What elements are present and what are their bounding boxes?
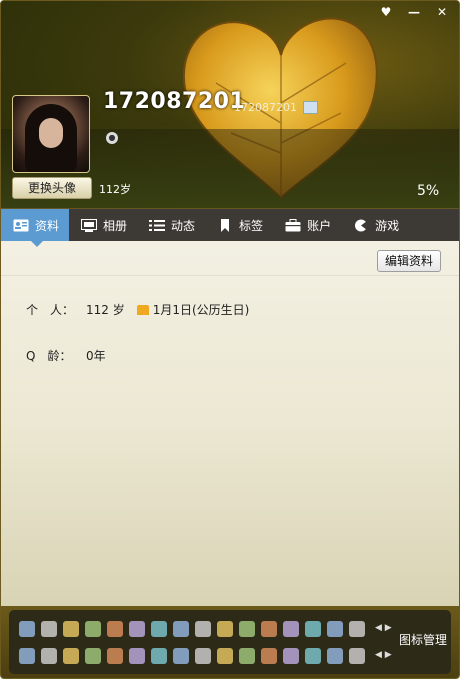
gem-icon[interactable]: [173, 621, 189, 637]
diamond-icon[interactable]: [41, 621, 57, 637]
gem-icon[interactable]: [151, 621, 167, 637]
tab-games[interactable]: 游戏: [341, 209, 409, 241]
camera-icon[interactable]: [261, 648, 277, 664]
icon-row-1: [19, 621, 365, 637]
tab-label: 账户: [307, 218, 332, 233]
avatar[interactable]: [12, 95, 90, 173]
qage-label: Q 龄：: [26, 349, 72, 363]
divider: [1, 275, 459, 276]
music-icon[interactable]: [63, 648, 79, 664]
monitor-icon[interactable]: [85, 621, 101, 637]
qq-number-icon[interactable]: [303, 101, 318, 114]
profile-header: ♥ — ✕ 更换头像 172087201 172087201 ● 112岁 5%: [1, 1, 459, 208]
photo-album-icon: [81, 218, 98, 232]
app-icon[interactable]: [129, 648, 145, 664]
gem-icon[interactable]: [327, 621, 343, 637]
tab-album[interactable]: 相册: [69, 209, 137, 241]
mail-icon[interactable]: [239, 648, 255, 664]
heart-icon[interactable]: [195, 621, 211, 637]
tab-account[interactable]: 账户: [273, 209, 341, 241]
star-icon[interactable]: [19, 648, 35, 664]
bookmark-tag-icon: [221, 218, 230, 232]
icon-row-2: [19, 648, 365, 664]
shield-icon[interactable]: [195, 648, 211, 664]
game-icon: [355, 219, 370, 231]
feed-list-icon: [149, 219, 166, 231]
gem-icon[interactable]: [349, 621, 365, 637]
tab-feed[interactable]: 动态: [137, 209, 205, 241]
ie-icon[interactable]: [41, 648, 57, 664]
tab-label: 资料: [35, 218, 60, 233]
tools-icon[interactable]: [305, 648, 321, 664]
change-avatar-button[interactable]: 更换头像: [12, 177, 92, 199]
icon-row-1-arrows[interactable]: ◀ ▶: [375, 623, 392, 633]
profile-completion: 5%: [417, 183, 440, 199]
tab-label: 游戏: [375, 218, 400, 233]
profile-window: ♥ — ✕ 更换头像 172087201 172087201 ● 112岁 5%…: [0, 0, 460, 679]
gem-icon[interactable]: [283, 621, 299, 637]
icon-bar: [1, 606, 459, 678]
star-icon[interactable]: [239, 621, 255, 637]
wallet-icon: [285, 218, 302, 231]
tab-label: 标签: [239, 218, 264, 233]
avatar-face: [39, 118, 63, 148]
user-icon[interactable]: [63, 621, 79, 637]
active-tab-pointer: [31, 241, 43, 247]
tab-label: 动态: [171, 218, 196, 233]
disc-icon[interactable]: [283, 648, 299, 664]
minimize-button[interactable]: —: [403, 3, 425, 21]
personal-age: 112 岁: [86, 303, 125, 317]
bird-icon[interactable]: [217, 621, 233, 637]
tab-tags[interactable]: 标签: [205, 209, 273, 241]
crown-icon: [136, 305, 149, 315]
close-button[interactable]: ✕: [431, 3, 453, 21]
security-icon[interactable]: [327, 648, 343, 664]
qq-icon[interactable]: [19, 621, 35, 637]
birthday: 1月1日(公历生日): [152, 303, 250, 317]
tab-bar: 资料 相册 动态 标签 账户 游戏: [1, 209, 459, 241]
penguin-icon[interactable]: [173, 648, 189, 664]
tab-profile[interactable]: 资料: [1, 209, 70, 241]
game-icon[interactable]: [151, 648, 167, 664]
gem-icon[interactable]: [129, 621, 145, 637]
chat-icon[interactable]: [107, 648, 123, 664]
nickname: 172087201: [103, 89, 246, 114]
gem-icon[interactable]: [261, 621, 277, 637]
tab-label: 相册: [103, 218, 128, 233]
online-status-icon[interactable]: ●: [106, 132, 118, 144]
photo-icon[interactable]: [85, 648, 101, 664]
id-card-icon: [13, 219, 29, 231]
skin-button[interactable]: ♥: [375, 3, 397, 21]
box-icon[interactable]: [349, 648, 365, 664]
personal-row: 个 人： 112 岁 1月1日(公历生日): [26, 301, 249, 318]
edit-profile-button[interactable]: 编辑资料: [377, 250, 441, 272]
qage-value: 0年: [86, 349, 106, 363]
gem-icon[interactable]: [305, 621, 321, 637]
window-controls: ♥ — ✕: [375, 3, 453, 21]
gem-icon[interactable]: [107, 621, 123, 637]
manage-icons-button[interactable]: 图标管理: [399, 631, 447, 648]
icon-tray: [9, 610, 451, 674]
qage-row: Q 龄： 0年: [26, 347, 106, 364]
age-text: 112岁: [99, 183, 131, 196]
puzzle-icon[interactable]: [217, 648, 233, 664]
personal-label: 个 人：: [26, 303, 75, 317]
icon-row-2-arrows[interactable]: ◀ ▶: [375, 650, 392, 660]
qq-number: 172087201: [234, 101, 297, 114]
